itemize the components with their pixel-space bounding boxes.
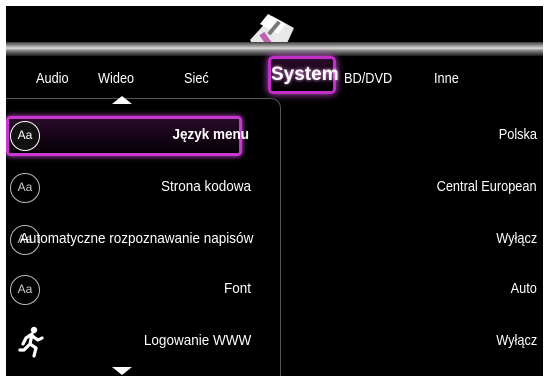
setting-value: Polska (498, 126, 537, 143)
tab-inne[interactable]: Inne (434, 70, 459, 87)
aa-icon: Aa (10, 121, 40, 151)
setting-label: Logowanie WWW (143, 332, 251, 349)
setting-value: Wyłącz (496, 230, 537, 247)
settings-screen: Audio Wideo Sieć System BD/DVD Inne Aa J… (6, 6, 543, 376)
tab-audio[interactable]: Audio (36, 70, 69, 87)
runner-icon (18, 326, 44, 358)
setting-row-menu-language[interactable]: Aa Język menu Polska (6, 116, 543, 156)
setting-label: Strona kodowa (160, 178, 251, 195)
scroll-down-icon[interactable] (112, 367, 132, 375)
scroll-up-icon[interactable] (112, 96, 132, 104)
setting-row-www-login[interactable]: Logowanie WWW Wyłącz (6, 322, 543, 362)
setting-label: Język menu (172, 126, 249, 143)
tab-bar: Audio Wideo Sieć System BD/DVD Inne (6, 56, 543, 100)
tab-siec[interactable]: Sieć (184, 70, 209, 87)
aa-icon: Aa (10, 173, 40, 203)
setting-row-font[interactable]: Aa Font Auto (6, 270, 543, 310)
setting-value: Wyłącz (496, 332, 537, 349)
top-rail (6, 42, 543, 56)
setting-value: Central European (437, 178, 537, 195)
aa-icon: Aa (10, 275, 40, 305)
setting-row-auto-subtitles[interactable]: Aa Automatyczne rozpoznawanie napisów Wy… (6, 220, 543, 260)
setting-label: Font (223, 280, 251, 297)
setting-row-codepage[interactable]: Aa Strona kodowa Central European (6, 168, 543, 208)
tab-bd-dvd[interactable]: BD/DVD (344, 70, 392, 87)
tab-wideo[interactable]: Wideo (98, 70, 134, 87)
tab-system[interactable]: System (268, 56, 339, 94)
setting-value: Auto (510, 280, 537, 297)
setting-label: Automatyczne rozpoznawanie napisów (19, 230, 253, 247)
